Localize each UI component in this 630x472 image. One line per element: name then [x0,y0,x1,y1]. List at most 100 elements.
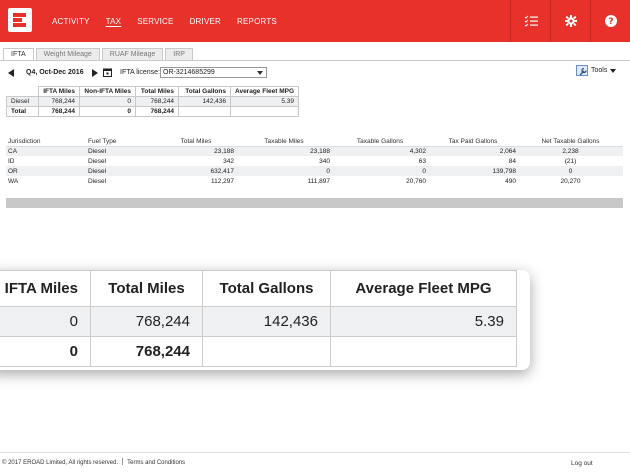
help-icon[interactable]: ? [590,0,630,42]
summary-cell: 5.39 [230,96,299,107]
summary-cell [178,106,231,117]
svg-text:?: ? [608,17,613,27]
zoom-cell: 5.39 [330,306,517,337]
jur-cell: Diesel [88,177,107,185]
zoom-cell: 768,244 [90,336,203,367]
copyright-text: © 2017 EROAD Limited, All rights reserve… [2,460,119,466]
jur-cell: (21) [564,157,577,165]
checklist-icon[interactable] [510,0,550,42]
summary-cell: 768,244 [38,106,80,117]
magnified-summary-callout: IFTA Miles Total Miles Total Gallons Ave… [0,270,530,370]
summary-cell: 768,244 [135,96,179,107]
ifta-license-select[interactable]: OR-3214685299 [160,67,267,78]
jur-cell: CA [6,146,86,156]
magnified-summary-table: IFTA Miles Total Miles Total Gallons Ave… [0,270,517,367]
nav-activity[interactable]: ACTIVITY [52,17,90,26]
top-icons: ? [510,0,630,42]
nav-service[interactable]: SERVICE [137,17,173,26]
table-row: CA Diesel 23,188 23,188 4,302 2,064 2,23… [6,146,623,156]
jur-cell: Diesel [86,166,156,176]
jur-cell: 23,188 [236,146,332,156]
jur-cell: 111,897 [307,177,330,185]
jur-cell: 342 [223,157,234,165]
chevron-down-icon [257,71,263,75]
zoom-cell: 0 [0,336,91,367]
nav-reports[interactable]: REPORTS [237,17,277,26]
jur-cell: OR [6,166,86,176]
period-row: Q4, Oct-Dec 2016 IFTA license: OR-321468… [6,65,626,79]
ifta-license-value: OR-3214685299 [163,69,215,76]
zoom-cell [202,336,331,367]
jur-cell: 0 [236,166,332,176]
zoom-cell: 142,436 [202,306,331,337]
jur-header-taxable-miles[interactable]: Taxable Miles [236,137,332,147]
summary-row-diesel: Diesel 768,244 0 768,244 142,436 5.39 [6,96,299,107]
zoom-row-total: 0 768,244 [0,336,517,367]
jur-cell: 23,188 [156,146,236,156]
jur-cell: 20,270 [560,177,581,185]
main-nav: ACTIVITY TAX SERVICE DRIVER REPORTS [52,0,293,42]
nav-driver[interactable]: DRIVER [190,17,221,26]
summary-row-total: Total 768,244 0 768,244 [6,106,299,117]
jur-header-taxable-gallons[interactable]: Taxable Gallons [332,137,428,147]
footer-divider [0,452,630,453]
zoom-header-total-miles: Total Miles [90,270,203,307]
jur-header-net-taxable-gallons[interactable]: Net Taxable Gallons [518,137,623,147]
table-row: WA Diesel 112,297 111,897 20,760 490 20,… [6,176,623,186]
zoom-row-diesel: 0 768,244 142,436 5.39 [0,306,517,337]
jur-header-jurisdiction[interactable]: Jurisdiction [6,137,86,147]
jur-cell: 0 [332,166,428,176]
summary-header-blank [6,86,39,97]
summary-header-total-gallons: Total Gallons [178,86,231,97]
tab-divider [0,60,630,61]
tools-label: Tools [591,67,608,74]
logout-link[interactable]: Log out [571,460,593,467]
jurisdiction-table: Jurisdiction Fuel Type Total Miles Taxab… [6,137,623,186]
jur-header-fuel-type[interactable]: Fuel Type [86,137,156,147]
jur-cell: 63 [418,157,426,165]
ifta-license-label: IFTA license: [120,69,160,76]
jur-cell: 112,297 [210,177,234,185]
summary-header-total-miles: Total Miles [135,86,179,97]
summary-header-ifta-miles: IFTA Miles [38,86,80,97]
page-footer: © 2017 EROAD Limited, All rights reserve… [2,458,185,466]
previous-period-icon[interactable] [8,69,14,77]
jur-cell: Diesel [86,146,156,156]
summary-cell: Total [6,106,39,117]
eroad-logo[interactable] [8,8,32,32]
jur-cell: 340 [319,157,330,165]
summary-cell: 142,436 [178,96,231,107]
jur-cell: 632,417 [156,166,236,176]
zoom-cell [330,336,517,367]
jur-cell: WA [8,177,19,185]
summary-cell: 768,244 [38,96,80,107]
zoom-cell: 0 [0,306,91,337]
jur-cell: 139,798 [428,166,518,176]
jur-cell: 2,064 [428,146,518,156]
jur-cell: ID [8,157,15,165]
jur-cell: 84 [508,157,516,165]
summary-cell: 768,244 [135,106,179,117]
calendar-icon[interactable] [103,68,112,77]
summary-cell: 0 [79,96,136,107]
gear-icon[interactable] [550,0,590,42]
jur-cell: 2,238 [518,146,623,156]
period-label: Q4, Oct-Dec 2016 [26,69,84,76]
jur-cell: Diesel [88,157,107,165]
zoom-header-ifta-miles: IFTA Miles [0,270,91,307]
jurisdiction-table-footer [6,198,623,208]
jur-header-total-miles[interactable]: Total Miles [156,137,236,147]
tools-menu[interactable]: Tools [576,65,617,76]
top-navigation-bar: ACTIVITY TAX SERVICE DRIVER REPORTS ? [0,0,630,42]
summary-cell: 0 [79,106,136,117]
table-row: ID Diesel 342 340 63 84 (21) [6,156,623,166]
terms-link[interactable]: Terms and Conditions [127,460,185,466]
jur-header-tax-paid-gallons[interactable]: Tax Paid Gallons [428,137,518,147]
footer-separator [122,458,124,465]
summary-cell [230,106,299,117]
jur-cell: 0 [518,166,623,176]
zoom-header-total-gallons: Total Gallons [202,270,331,307]
nav-tax[interactable]: TAX [106,17,122,26]
next-period-icon[interactable] [92,69,98,77]
table-row: OR Diesel 632,417 0 0 139,798 0 [6,166,623,176]
